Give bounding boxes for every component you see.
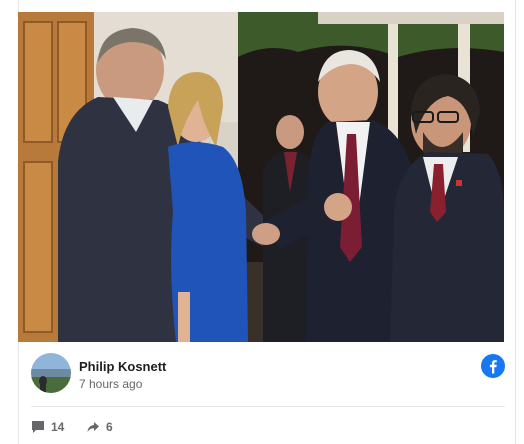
comment-icon: [32, 421, 44, 433]
shares-count: 6: [106, 420, 113, 434]
facebook-icon[interactable]: [481, 354, 505, 378]
comments-stat[interactable]: 14: [31, 419, 64, 435]
comments-count: 14: [51, 420, 65, 434]
footer-divider: [31, 406, 505, 407]
post-timestamp[interactable]: 7 hours ago: [79, 377, 142, 391]
post-photo[interactable]: [18, 12, 504, 342]
author-avatar[interactable]: [31, 353, 71, 393]
photo-handshake-scene: [18, 12, 504, 342]
shares-stat[interactable]: 6: [86, 419, 113, 435]
share-icon: [87, 422, 99, 432]
author-name[interactable]: Philip Kosnett: [79, 359, 166, 374]
avatar-landscape-image: [31, 353, 71, 393]
